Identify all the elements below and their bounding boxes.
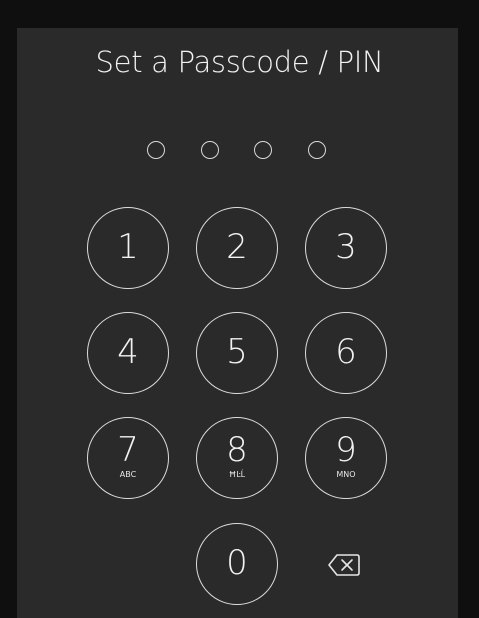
key-letters: MNO [336,470,356,479]
passcode-dot-2 [201,141,219,159]
key-digit: 0 [226,543,248,583]
key-1[interactable]: 1 [87,207,169,289]
key-digit: 4 [117,332,139,372]
key-digit: 8 [226,430,248,470]
key-3[interactable]: 3 [305,207,387,289]
passcode-dot-4 [308,141,326,159]
key-digit: 2 [226,227,248,267]
key-digit: 7 [117,430,139,470]
screen: Set a Passcode / PIN 1 2 3 4 5 6 7 ABC 8… [0,0,479,618]
key-digit: 1 [117,227,139,267]
page-title: Set a Passcode / PIN [95,45,384,79]
passcode-dot-1 [147,141,165,159]
key-6[interactable]: 6 [305,312,387,394]
backspace-icon [328,554,360,576]
key-digit: 6 [335,332,357,372]
key-9[interactable]: 9 MNO [305,417,387,499]
key-5[interactable]: 5 [196,312,278,394]
key-8[interactable]: 8 ĦĿĹ [196,417,278,499]
key-letters: ABC [119,470,137,479]
passcode-dot-3 [254,141,272,159]
key-0[interactable]: 0 [196,523,278,605]
key-2[interactable]: 2 [196,207,278,289]
key-digit: 9 [335,430,357,470]
backspace-button[interactable] [327,552,361,578]
key-digit: 3 [335,227,357,267]
key-digit: 5 [226,332,248,372]
key-4[interactable]: 4 [87,312,169,394]
key-letters: ĦĿĹ [228,470,246,479]
key-7[interactable]: 7 ABC [87,417,169,499]
